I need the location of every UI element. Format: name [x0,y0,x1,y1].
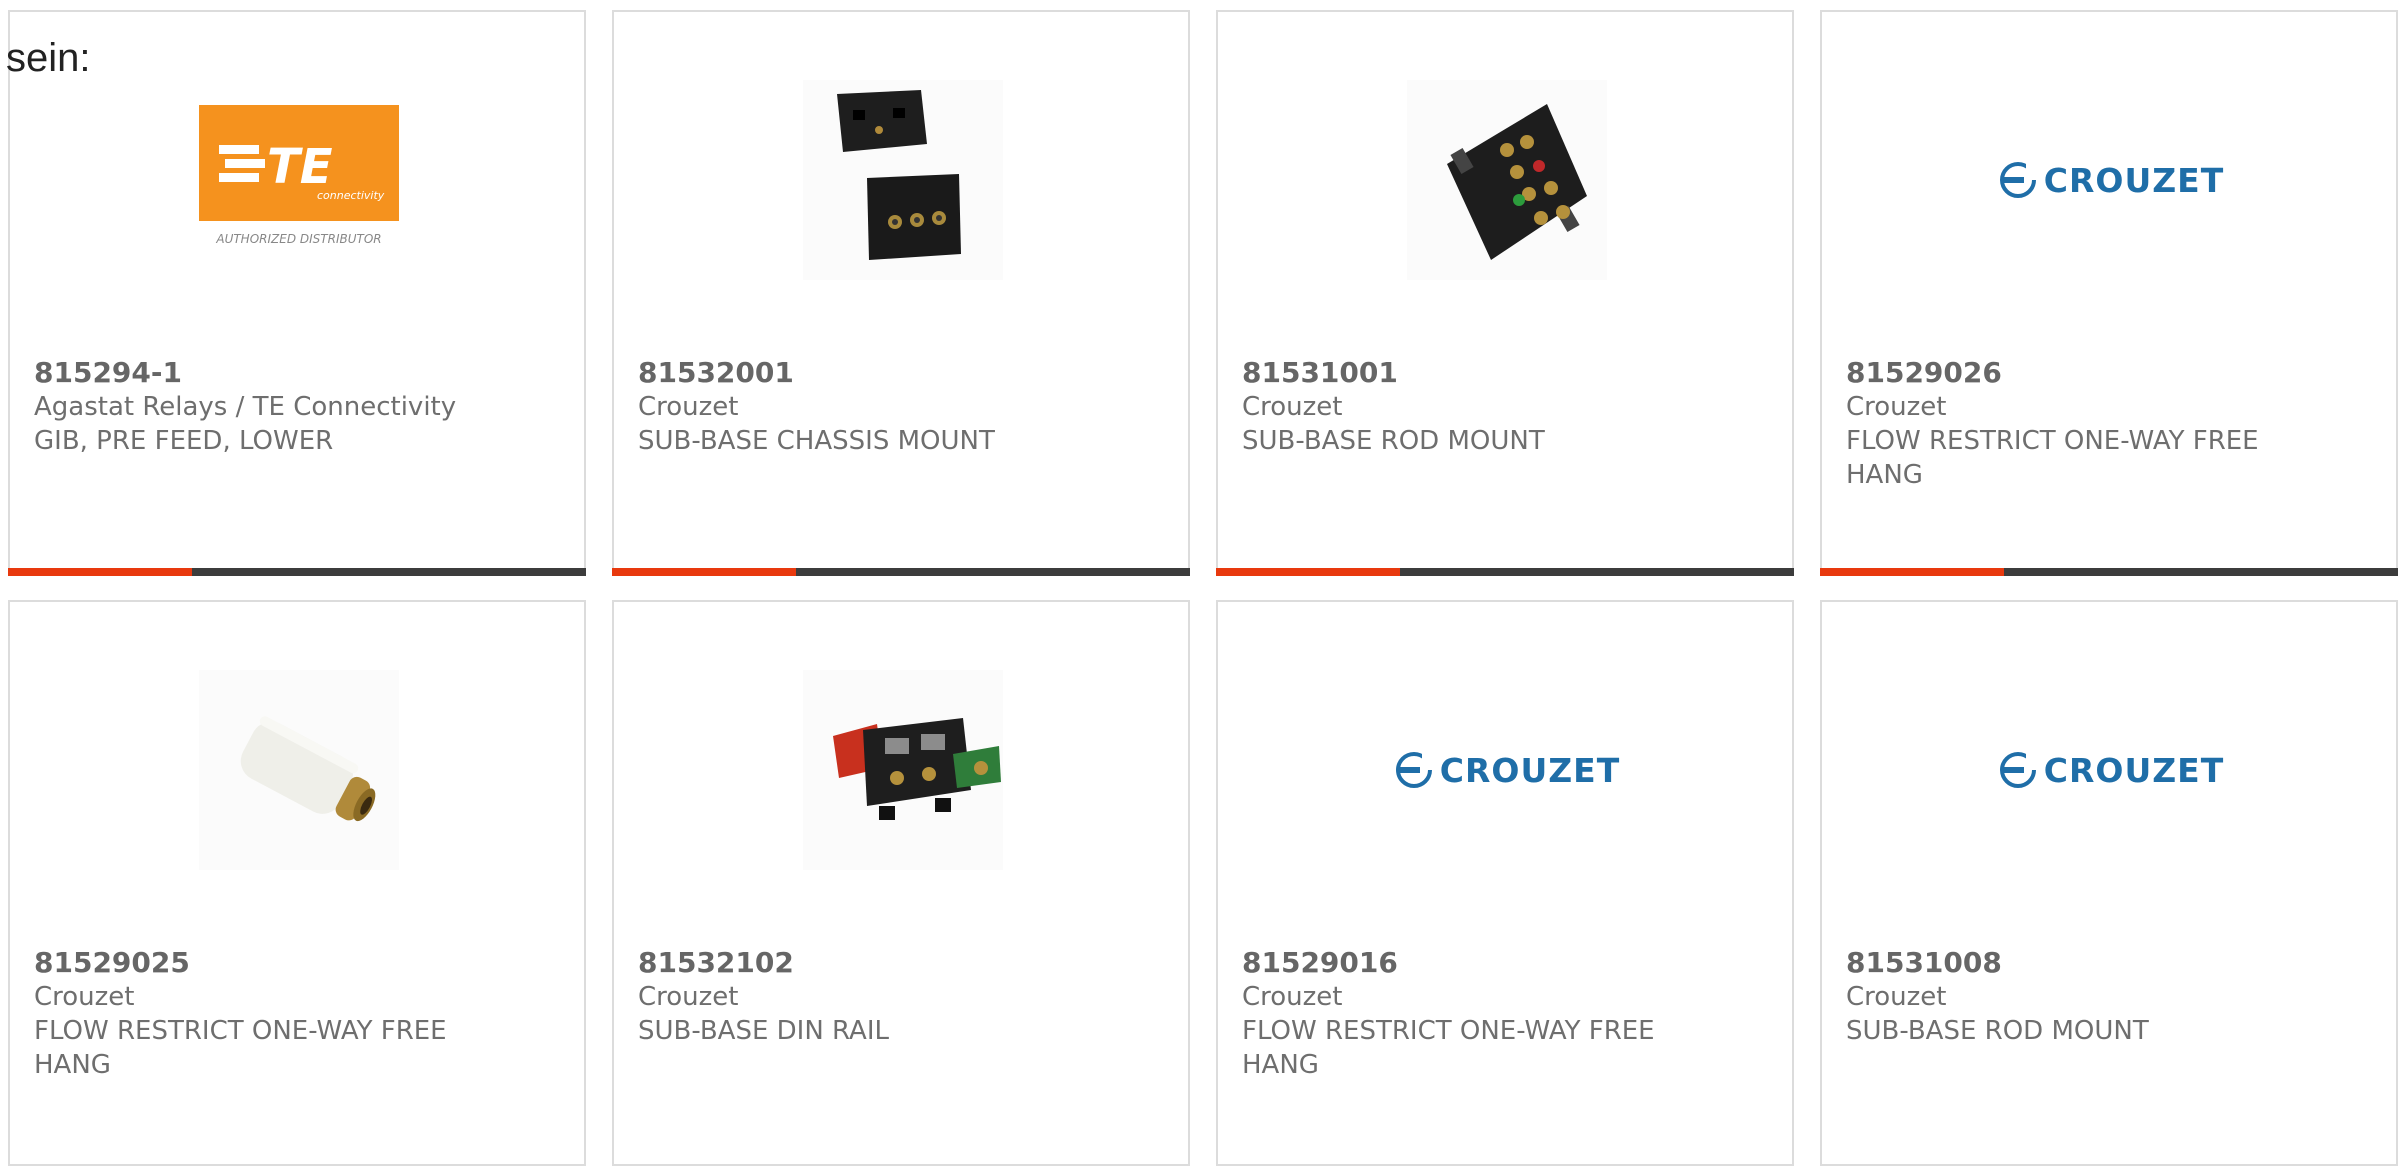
description: FLOW RESTRICT ONE-WAY FREE HANG [1846,426,2259,490]
description: SUB-BASE ROD MOUNT [1846,1016,2149,1046]
part-number[interactable]: 81532001 [638,356,1164,390]
card-accent-bar [1216,568,1794,576]
product-card[interactable]: CROUZET 81529026 Crouzet FLOW RESTRICT O… [1820,10,2398,576]
te-sub: connectivity [317,189,385,202]
description: GIB, PRE FEED, LOWER [34,426,334,456]
product-card[interactable]: 81529025 Crouzet FLOW RESTRICT ONE-WAY F… [8,600,586,1166]
product-image-white-cylinder[interactable] [199,670,399,870]
part-number[interactable]: 81529016 [1242,946,1768,980]
part-number[interactable]: 81532102 [638,946,1164,980]
product-image-crouzet-logo[interactable]: CROUZET [1999,80,2223,280]
description: FLOW RESTRICT ONE-WAY FREE HANG [34,1016,447,1080]
product-card[interactable]: CROUZET 81531008 Crouzet SUB-BASE ROD MO… [1820,600,2398,1166]
product-image-te-logo[interactable]: TE connectivity AUTHORIZED DISTRIBUTOR [199,80,399,280]
product-card[interactable]: CROUZET 81529016 Crouzet FLOW RESTRICT O… [1216,600,1794,1166]
card-accent-bar [612,568,1190,576]
part-number[interactable]: 81531001 [1242,356,1768,390]
part-number[interactable]: 81529025 [34,946,560,980]
product-image-crouzet-logo[interactable]: CROUZET [1395,670,1619,870]
te-wordmark: TE [267,139,333,195]
product-image-subbase-chassis[interactable] [803,80,1003,280]
product-image-din-rail[interactable] [803,670,1003,870]
manufacturer: Crouzet [34,982,135,1012]
description: SUB-BASE ROD MOUNT [1242,426,1545,456]
product-card[interactable]: TE connectivity AUTHORIZED DISTRIBUTOR 8… [8,10,586,576]
te-tagline: AUTHORIZED DISTRIBUTOR [215,232,381,246]
description: SUB-BASE DIN RAIL [638,1016,889,1046]
intro-text: sein: [6,36,91,80]
product-card[interactable]: 81532102 Crouzet SUB-BASE DIN RAIL [612,600,1190,1166]
card-accent-bar [8,568,586,576]
crouzet-logo-icon [1999,750,2038,788]
card-accent-bar [1820,568,2398,576]
manufacturer: Crouzet [1242,392,1343,422]
part-number[interactable]: 81531008 [1846,946,2372,980]
product-image-crouzet-logo[interactable]: CROUZET [1999,670,2223,870]
manufacturer: Crouzet [1242,982,1343,1012]
manufacturer: Crouzet [638,982,739,1012]
manufacturer: Crouzet [1846,982,1947,1012]
part-number[interactable]: 81529026 [1846,356,2372,390]
crouzet-logo: CROUZET [1998,160,2224,200]
manufacturer: Crouzet [638,392,739,422]
product-card[interactable]: 81531001 Crouzet SUB-BASE ROD MOUNT [1216,10,1794,576]
crouzet-logo: CROUZET [1394,750,1620,790]
product-image-subbase-rod[interactable] [1407,80,1607,280]
product-card[interactable]: 81532001 Crouzet SUB-BASE CHASSIS MOUNT [612,10,1190,576]
product-grid: TE connectivity AUTHORIZED DISTRIBUTOR 8… [0,0,2400,1166]
part-number[interactable]: 815294-1 [34,356,560,390]
crouzet-logo-icon [1395,750,1434,788]
description: FLOW RESTRICT ONE-WAY FREE HANG [1242,1016,1655,1080]
manufacturer: Agastat Relays / TE Connectivity [34,392,457,422]
manufacturer: Crouzet [1846,392,1947,422]
crouzet-logo: CROUZET [1998,750,2224,790]
description: SUB-BASE CHASSIS MOUNT [638,426,995,456]
crouzet-logo-icon [1999,160,2038,198]
